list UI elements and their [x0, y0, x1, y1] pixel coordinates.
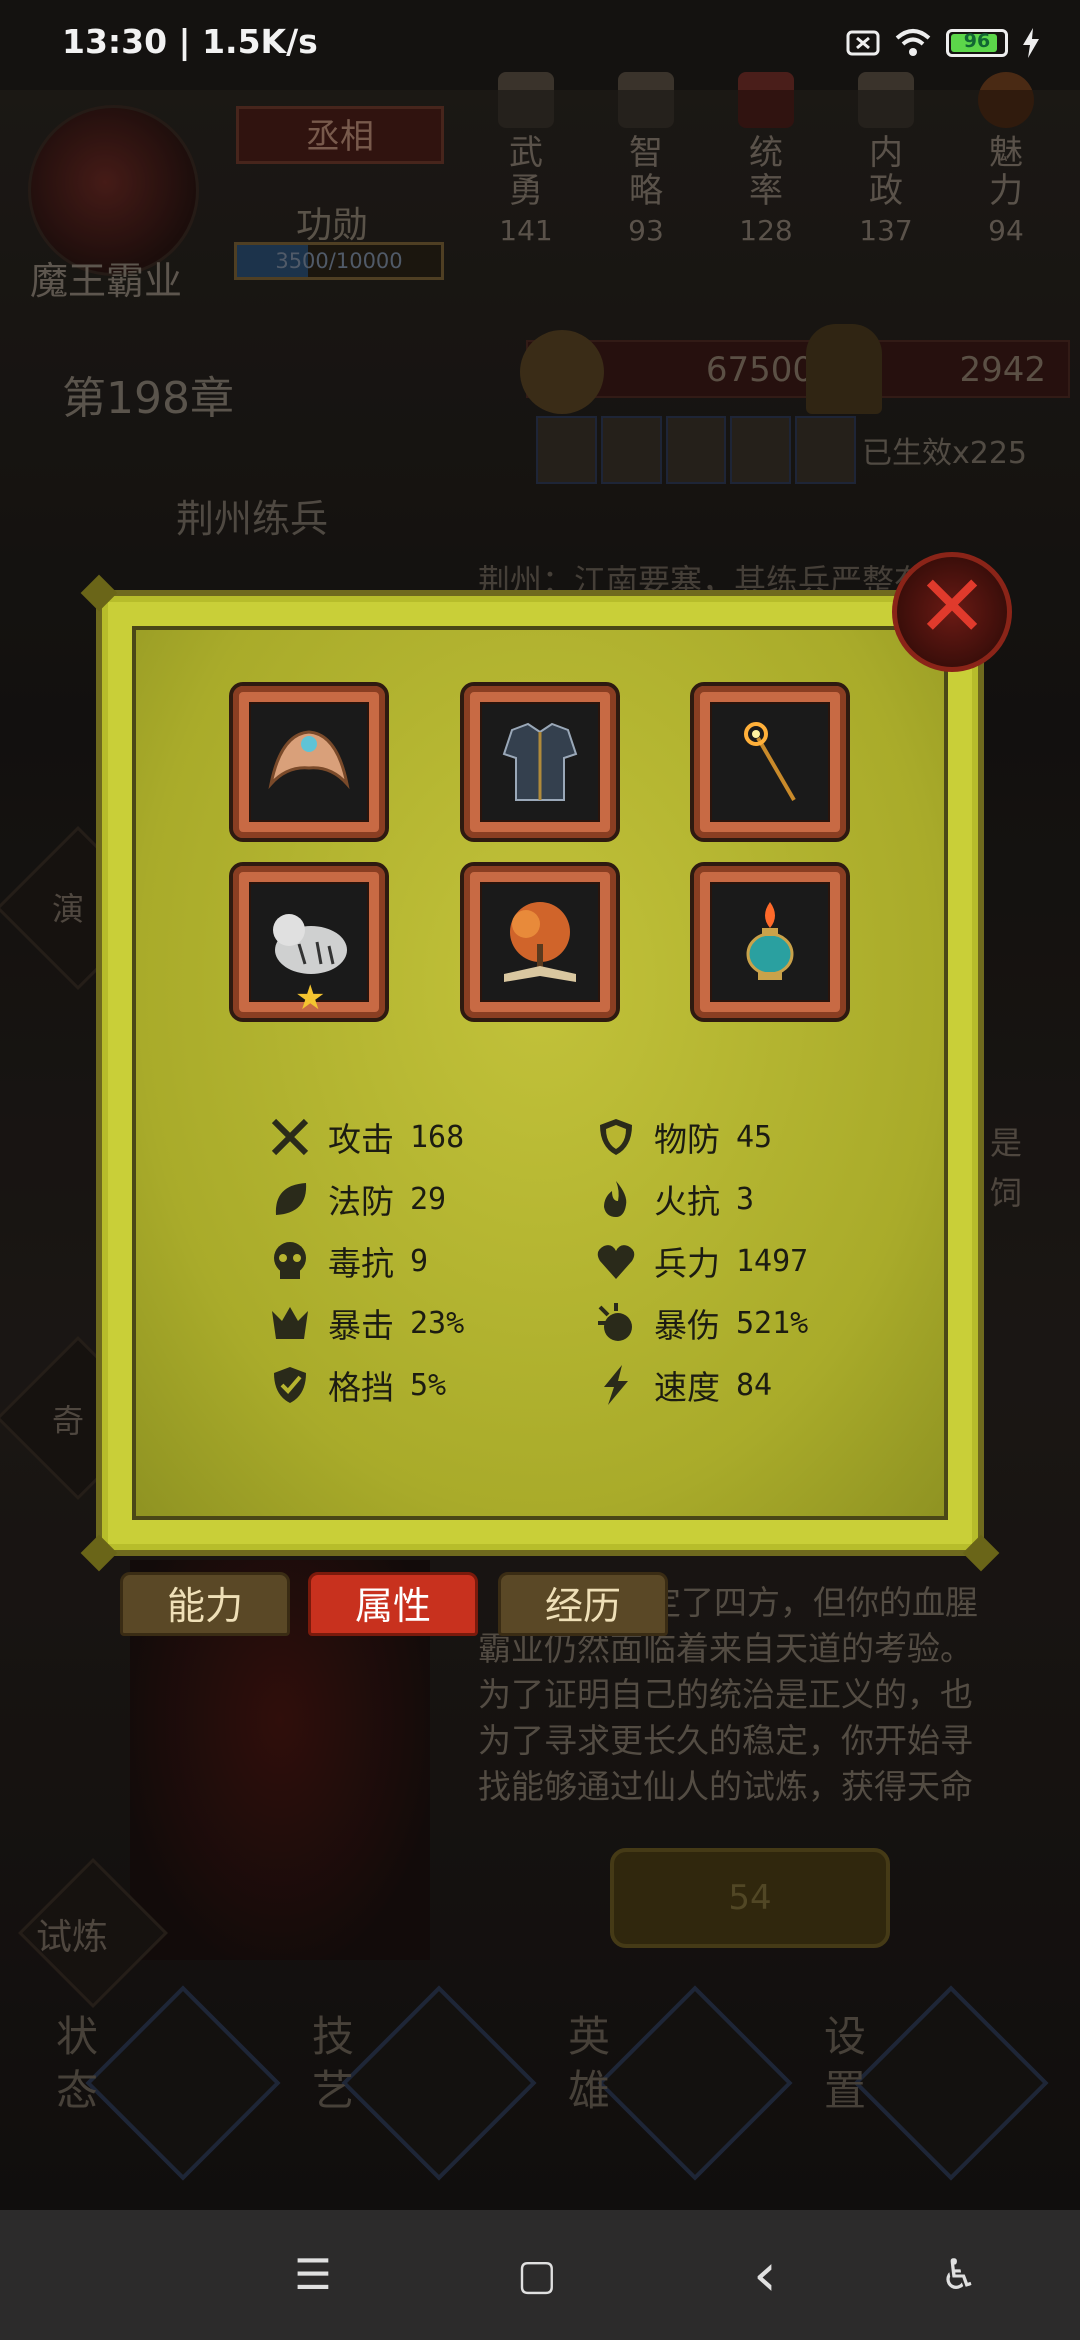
lamp-icon	[746, 902, 794, 980]
menu-icon[interactable]: ☰	[288, 2250, 338, 2300]
attr-phys-def: 物防 45	[594, 1115, 808, 1159]
attributes-left-column: 攻击 168 法防 29 毒抗 9 暴击 23% 格挡 5%	[268, 1115, 465, 1407]
attr-value: 521%	[736, 1305, 809, 1341]
attr-name: 兵力	[654, 1244, 720, 1283]
attr-name: 攻击	[328, 1120, 394, 1159]
equip-slot-book[interactable]	[460, 862, 620, 1022]
tab-attributes[interactable]: 属性	[308, 1572, 478, 1636]
attr-speed: 速度 84	[594, 1363, 808, 1407]
attr-fire-res: 火抗 3	[594, 1177, 808, 1221]
attr-name: 火抗	[654, 1182, 720, 1221]
shield-check-icon	[268, 1363, 312, 1407]
status-icons: 96	[846, 28, 1040, 58]
staff-icon	[744, 722, 796, 802]
armor-icon	[502, 722, 578, 801]
attributes-right-column: 物防 45 火抗 3 兵力 1497 暴伤 521% 速度 84	[594, 1115, 809, 1407]
equip-slot-head[interactable]	[229, 682, 389, 842]
heart-icon	[594, 1239, 638, 1283]
equip-slot-treasure[interactable]	[690, 862, 850, 1022]
tiger-icon	[273, 914, 347, 974]
status-time: 13:30 | 1.5K/s	[62, 22, 318, 61]
crown-burst-icon	[268, 1301, 312, 1345]
back-icon[interactable]: ‹	[740, 2245, 790, 2305]
attr-attack: 攻击 168	[268, 1115, 465, 1159]
tab-history[interactable]: 经历	[498, 1572, 668, 1636]
attr-value: 23%	[410, 1305, 465, 1341]
attr-troops: 兵力 1497	[594, 1239, 809, 1283]
equip-image	[480, 702, 600, 822]
close-icon: ✕	[915, 557, 989, 657]
equip-image	[249, 702, 369, 822]
attr-value: 9	[410, 1243, 429, 1279]
equip-slot-mount[interactable]: ★	[229, 862, 389, 1022]
sim-off-icon	[846, 30, 880, 56]
tree-book-icon	[504, 902, 576, 982]
leaf-icon	[268, 1177, 312, 1221]
attr-name: 法防	[328, 1182, 394, 1221]
attr-crit: 暴击 23%	[268, 1301, 465, 1345]
system-nav-bar: ☰ ▢ ‹ ♿	[0, 2210, 1080, 2340]
home-icon[interactable]: ▢	[512, 2250, 562, 2300]
attr-name: 格挡	[328, 1368, 394, 1407]
equip-slot-weapon[interactable]	[690, 682, 850, 842]
fire-icon	[594, 1177, 638, 1221]
attr-value: 5%	[410, 1367, 447, 1403]
attr-value: 29	[410, 1181, 447, 1217]
accessibility-icon[interactable]: ♿	[934, 2250, 984, 2300]
attr-name: 暴伤	[654, 1306, 720, 1345]
lightning-icon	[594, 1363, 638, 1407]
skull-icon	[268, 1239, 312, 1283]
attr-name: 暴击	[328, 1306, 394, 1345]
equip-image	[480, 882, 600, 1002]
battery-level: 96	[963, 30, 991, 52]
equip-image	[710, 882, 830, 1002]
attr-name: 速度	[654, 1368, 720, 1407]
explosion-icon	[594, 1301, 638, 1345]
equip-slot-armor[interactable]	[460, 682, 620, 842]
attr-name: 毒抗	[328, 1244, 394, 1283]
tab-ability[interactable]: 能力	[120, 1572, 290, 1636]
attr-poison-res: 毒抗 9	[268, 1239, 464, 1283]
wifi-icon	[895, 29, 931, 56]
attr-value: 3	[736, 1181, 755, 1217]
battery-icon: 96	[946, 29, 1008, 57]
attr-value: 84	[736, 1367, 773, 1403]
sword-icon	[268, 1115, 312, 1159]
equip-image	[710, 702, 830, 822]
close-button[interactable]: ✕	[892, 552, 1012, 672]
attr-magic-def: 法防 29	[268, 1177, 464, 1221]
charging-icon	[1023, 28, 1039, 58]
attr-block: 格挡 5%	[268, 1363, 464, 1407]
star-icon: ★	[295, 978, 326, 1018]
crown-icon	[268, 730, 350, 790]
attr-name: 物防	[654, 1120, 720, 1159]
attr-value: 168	[410, 1119, 465, 1155]
shield-icon	[594, 1115, 638, 1159]
attr-value: 1497	[736, 1243, 809, 1279]
attr-value: 45	[736, 1119, 773, 1155]
attr-crit-damage: 暴伤 521%	[594, 1301, 809, 1345]
